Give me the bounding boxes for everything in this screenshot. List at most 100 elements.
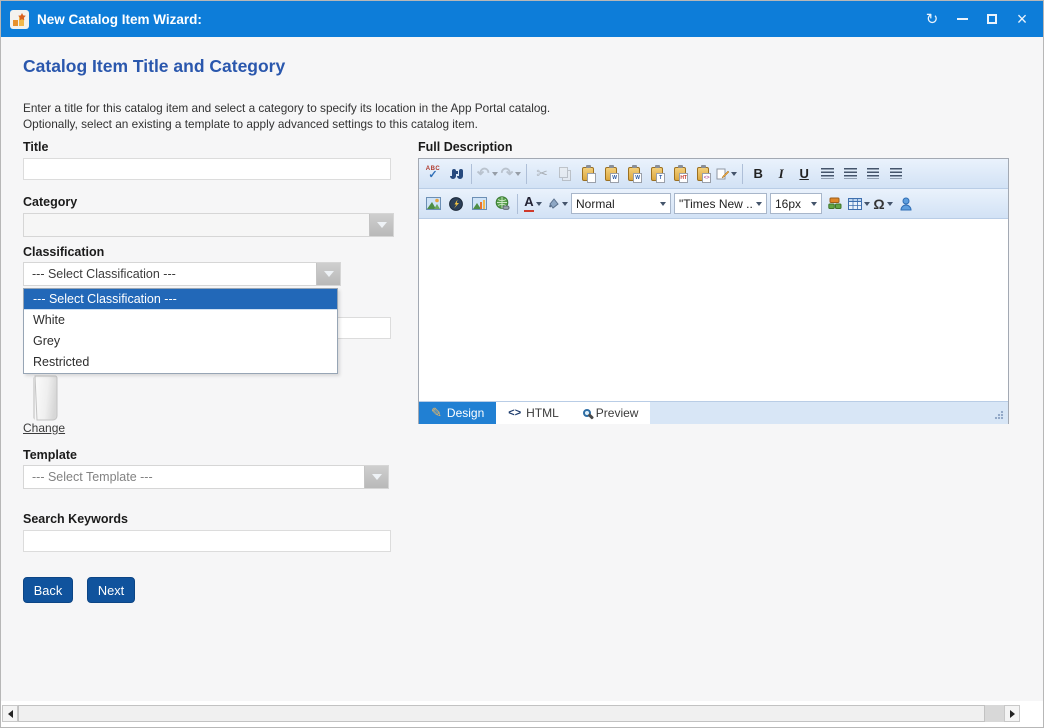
scroll-right-icon bbox=[1010, 710, 1015, 718]
horizontal-scrollbar[interactable] bbox=[2, 705, 1020, 722]
paste-as-html-icon[interactable]: HT bbox=[670, 163, 690, 185]
paste-from-word-cleanup-icon[interactable]: W bbox=[624, 163, 644, 185]
paste-html-options-icon[interactable]: <> bbox=[693, 163, 713, 185]
titlebar: New Catalog Item Wizard: ↻ × bbox=[1, 1, 1043, 37]
hyperlink-manager-icon[interactable] bbox=[492, 193, 512, 215]
classification-option[interactable]: Restricted bbox=[24, 352, 337, 373]
chevron-down-icon bbox=[372, 474, 382, 480]
title-input[interactable] bbox=[23, 158, 391, 180]
paragraph-style-value: Normal bbox=[576, 197, 615, 211]
insert-media-icon[interactable] bbox=[446, 193, 466, 215]
code-icon: <> bbox=[508, 407, 521, 419]
cut-icon[interactable]: ✂ bbox=[532, 163, 552, 185]
align-justify-icon[interactable] bbox=[840, 163, 860, 185]
font-name-value: "Times New ... bbox=[679, 197, 754, 211]
insert-image-icon[interactable] bbox=[423, 193, 443, 215]
bold-icon[interactable]: B bbox=[748, 163, 768, 185]
paste-from-word-icon[interactable]: W bbox=[601, 163, 621, 185]
scroll-left-button[interactable] bbox=[2, 705, 18, 722]
template-dropdown-arrow[interactable] bbox=[364, 466, 388, 488]
maximize-button[interactable] bbox=[977, 1, 1007, 37]
scroll-right-button[interactable] bbox=[1004, 705, 1020, 722]
bottom-strip bbox=[1, 701, 1043, 727]
editor-content-area[interactable] bbox=[419, 219, 1008, 401]
insert-table-icon[interactable] bbox=[848, 193, 870, 215]
classification-options-list: --- Select Classification --- White Grey… bbox=[23, 288, 338, 374]
font-name-dropdown[interactable]: "Times New ... bbox=[674, 193, 767, 214]
spellcheck-icon[interactable]: ABC✓ bbox=[423, 163, 443, 185]
page-description: Enter a title for this catalog item and … bbox=[23, 100, 550, 132]
minimize-button[interactable] bbox=[947, 1, 977, 37]
template-dropdown[interactable]: --- Select Template --- bbox=[23, 465, 389, 489]
paste-plain-text-icon[interactable]: T bbox=[647, 163, 667, 185]
template-value: --- Select Template --- bbox=[32, 470, 153, 484]
align-center-icon[interactable] bbox=[817, 163, 837, 185]
toolbar-separator bbox=[526, 164, 527, 184]
catalog-item-image bbox=[29, 375, 63, 422]
magnifier-icon bbox=[583, 409, 591, 417]
copy-icon[interactable] bbox=[555, 163, 575, 185]
resize-grip[interactable] bbox=[994, 410, 1004, 420]
italic-icon[interactable]: I bbox=[771, 163, 791, 185]
minimize-icon bbox=[957, 18, 968, 20]
toolbar-separator bbox=[742, 164, 743, 184]
scroll-left-icon bbox=[8, 710, 13, 718]
font-color-icon[interactable]: A bbox=[523, 193, 543, 215]
insert-snippet-icon[interactable] bbox=[825, 193, 845, 215]
close-button[interactable]: × bbox=[1007, 1, 1037, 37]
underline-icon[interactable]: U bbox=[794, 163, 814, 185]
classification-dropdown[interactable]: --- Select Classification --- bbox=[23, 262, 341, 286]
search-keywords-label: Search Keywords bbox=[23, 512, 128, 526]
align-left-icon[interactable] bbox=[863, 163, 883, 185]
toolbar-separator bbox=[471, 164, 472, 184]
description-line-2: Optionally, select an existing a templat… bbox=[23, 116, 550, 132]
font-size-value: 16px bbox=[775, 197, 801, 211]
chevron-down-icon bbox=[324, 271, 334, 277]
undo-icon[interactable]: ↶ bbox=[477, 163, 498, 185]
rich-text-editor: ABC✓ ↶ ↷ ✂ W W T HT <> B I U bbox=[418, 158, 1009, 424]
editor-toolbar-row1: ABC✓ ↶ ↷ ✂ W W T HT <> B I U bbox=[419, 159, 1008, 189]
font-size-dropdown[interactable]: 16px bbox=[770, 193, 822, 214]
category-dropdown-arrow[interactable] bbox=[369, 214, 393, 236]
editor-mode-tabs: ✎ Design <> HTML Preview bbox=[419, 401, 1008, 424]
search-keywords-input[interactable] bbox=[23, 530, 391, 552]
pencil-icon: ✎ bbox=[431, 405, 442, 421]
classification-label: Classification bbox=[23, 245, 104, 259]
paragraph-style-dropdown[interactable]: Normal bbox=[571, 193, 671, 214]
paste-icon[interactable] bbox=[578, 163, 598, 185]
image-map-icon[interactable] bbox=[469, 193, 489, 215]
page-title: Catalog Item Title and Category bbox=[23, 56, 285, 77]
change-image-link[interactable]: Change bbox=[23, 421, 65, 435]
next-button[interactable]: Next bbox=[87, 577, 135, 603]
description-line-1: Enter a title for this catalog item and … bbox=[23, 100, 550, 116]
refresh-button[interactable]: ↻ bbox=[917, 1, 947, 37]
background-color-icon[interactable] bbox=[546, 193, 568, 215]
template-label: Template bbox=[23, 448, 77, 462]
window-title: New Catalog Item Wizard: bbox=[37, 12, 917, 27]
scrollbar-thumb[interactable] bbox=[18, 705, 985, 722]
tab-preview[interactable]: Preview bbox=[571, 402, 651, 424]
back-button[interactable]: Back bbox=[23, 577, 73, 603]
full-description-label: Full Description bbox=[418, 140, 512, 154]
chevron-down-icon bbox=[377, 222, 387, 228]
align-right-icon[interactable] bbox=[886, 163, 906, 185]
editor-toolbar-row2: A Normal "Times New ... 16px Ω bbox=[419, 189, 1008, 219]
find-icon[interactable] bbox=[446, 163, 466, 185]
classification-option-selected[interactable]: --- Select Classification --- bbox=[24, 289, 337, 310]
redo-icon[interactable]: ↷ bbox=[501, 163, 522, 185]
tab-design[interactable]: ✎ Design bbox=[419, 402, 496, 424]
maximize-icon bbox=[987, 14, 997, 24]
insert-symbol-icon[interactable]: Ω bbox=[873, 193, 893, 215]
category-dropdown[interactable] bbox=[23, 213, 394, 237]
classification-value: --- Select Classification --- bbox=[32, 267, 176, 281]
tab-html[interactable]: <> HTML bbox=[496, 402, 571, 424]
toolbar-separator bbox=[517, 194, 518, 214]
classification-dropdown-arrow[interactable] bbox=[316, 263, 340, 285]
wizard-window: New Catalog Item Wizard: ↻ × Catalog Ite… bbox=[0, 0, 1044, 728]
format-stripper-icon[interactable] bbox=[716, 163, 737, 185]
classification-option[interactable]: Grey bbox=[24, 331, 337, 352]
insert-user-icon[interactable] bbox=[896, 193, 916, 215]
title-label: Title bbox=[23, 140, 48, 154]
classification-option[interactable]: White bbox=[24, 310, 337, 331]
app-icon bbox=[10, 10, 29, 29]
